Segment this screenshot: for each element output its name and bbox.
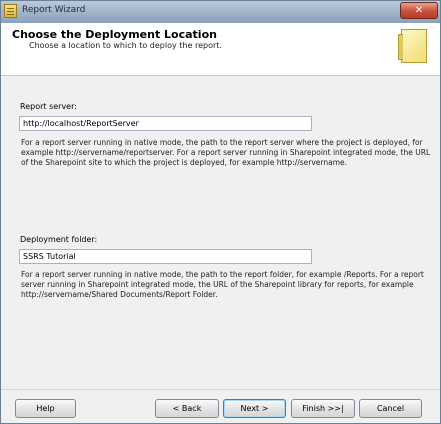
report-server-label: Report server: — [20, 102, 77, 111]
help-button[interactable]: Help — [15, 399, 76, 418]
close-icon: ✕ — [414, 5, 424, 16]
report-wizard-app-icon — [4, 4, 17, 18]
cancel-button[interactable]: Cancel — [359, 399, 422, 418]
title-bar[interactable]: Report Wizard ✕ — [1, 1, 440, 24]
window-title: Report Wizard — [22, 5, 86, 15]
deployment-folder-label: Deployment folder: — [20, 235, 98, 244]
page-title: Choose the Deployment Location — [12, 28, 217, 41]
report-server-help: For a report server running in native mo… — [21, 138, 431, 167]
wizard-content: Report server: For a report server runni… — [1, 76, 440, 388]
next-button[interactable]: Next > — [223, 399, 286, 418]
finish-button[interactable]: Finish >>| — [291, 399, 355, 418]
back-button[interactable]: < Back — [155, 399, 219, 418]
page-subtitle: Choose a location to which to deploy the… — [29, 41, 222, 50]
report-server-input[interactable] — [19, 116, 312, 131]
report-wizard-window: Report Wizard ✕ Choose the Deployment Lo… — [0, 0, 441, 424]
deployment-folder-help: For a report server running in native mo… — [21, 270, 424, 299]
close-button[interactable]: ✕ — [400, 2, 438, 19]
deployment-folder-input[interactable] — [19, 249, 312, 264]
button-bar-separator — [1, 389, 440, 390]
document-icon — [398, 29, 427, 63]
wizard-header: Choose the Deployment Location Choose a … — [1, 23, 440, 76]
